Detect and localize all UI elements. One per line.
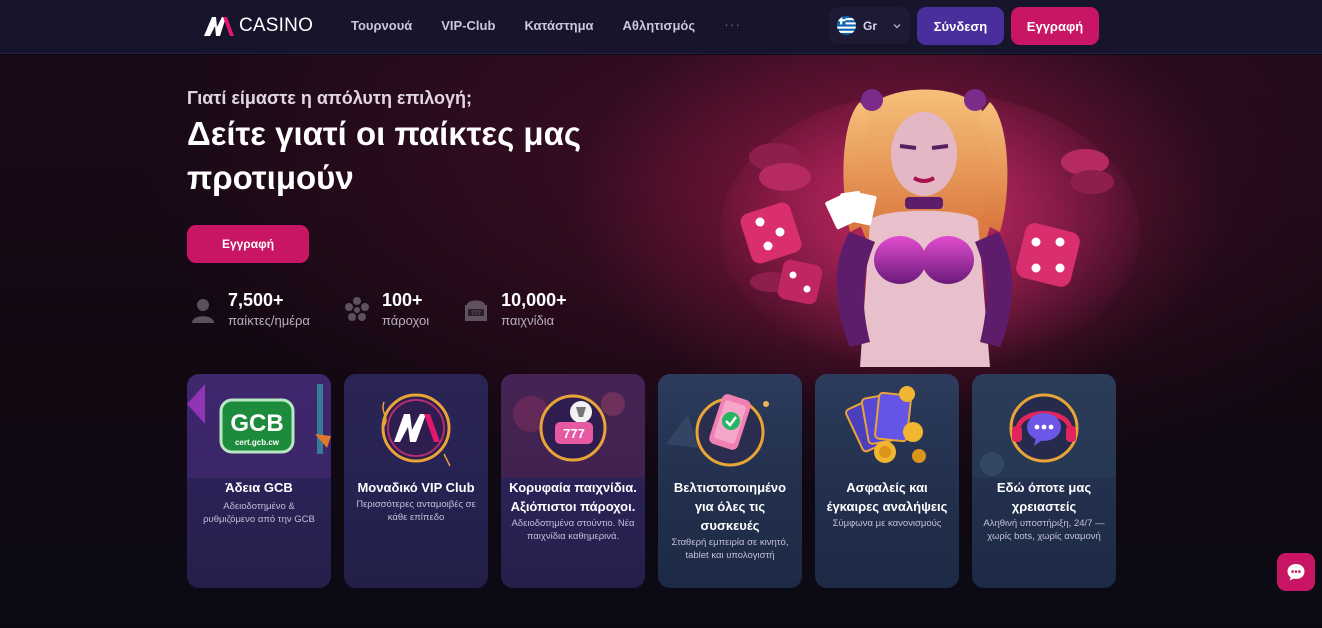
gcb-badge-text: GCB bbox=[230, 410, 283, 437]
feature-card-vip[interactable]: Μοναδικό VIP Club Περισσότερες ανταμοιβέ… bbox=[344, 374, 488, 588]
card-title: Βελτιστοποιημένο για όλες τις συσκευές bbox=[673, 480, 787, 533]
live-chat-button[interactable] bbox=[1277, 553, 1315, 591]
stat-providers-label: πάροχοι bbox=[381, 313, 430, 328]
card-description: Αληθινή υποστήριξη, 24/7 — χωρίς bots, χ… bbox=[983, 518, 1105, 542]
chevron-down-icon bbox=[893, 23, 901, 28]
stat-games: 777 10,000+ παιχνίδια bbox=[463, 290, 567, 330]
card-title: Άδεια GCB bbox=[225, 480, 293, 495]
stat-providers-value: 100+ bbox=[381, 290, 423, 310]
nav-tournaments[interactable]: Τουρνουά bbox=[351, 18, 412, 33]
card-description: Περισσότερες ανταμοιβές σε κάθε επίπεδο bbox=[356, 499, 476, 523]
stat-players-value: 7,500+ bbox=[228, 290, 284, 310]
feature-card-support[interactable]: Εδώ όποτε μας χρειαστείς Αληθινή υποστήρ… bbox=[972, 374, 1116, 588]
feature-card-license[interactable]: GCB cert.gcb.cw Άδεια GCB Αδειοδοτημένο … bbox=[187, 374, 331, 588]
logo-mark-icon bbox=[204, 17, 234, 36]
hero-stats: 7,500+ παίκτες/ημέρα 100+ πάροχοι 777 10… bbox=[190, 290, 567, 330]
gcb-license-icon: GCB cert.gcb.cw bbox=[187, 374, 331, 478]
gcb-badge-subtext: cert.gcb.cw bbox=[235, 438, 280, 447]
language-label: Gr bbox=[863, 18, 878, 33]
card-title: Κορυφαία παιχνίδια. Αξιόπιστοι πάροχοι. bbox=[509, 480, 637, 514]
card-description: Αδειοδοτημένο & ρυθμιζόμενο από την GCB bbox=[203, 501, 315, 525]
card-title: Ασφαλείς και έγκαιρες αναλήψεις bbox=[826, 480, 948, 514]
card-title: Εδώ όποτε μας χρειαστείς bbox=[996, 480, 1092, 514]
character-figure bbox=[825, 89, 1013, 367]
support-chat-icon bbox=[972, 374, 1116, 478]
feature-card-games[interactable]: 777 Κορυφαία παιχνίδια. Αξιόπιστοι πάροχ… bbox=[501, 374, 645, 588]
svg-text:777: 777 bbox=[471, 311, 482, 317]
hero-character-illustration bbox=[720, 89, 1140, 367]
slot-machine-icon: 777 bbox=[465, 300, 488, 321]
user-icon bbox=[192, 299, 214, 323]
language-selector[interactable]: Gr bbox=[829, 7, 910, 44]
stat-games-label: παιχνίδια bbox=[501, 313, 555, 328]
main-nav: Τουρνουά VIP-Club Κατάστημα Αθλητισμός ·… bbox=[351, 16, 741, 33]
mobile-device-icon bbox=[666, 394, 769, 467]
card-description: Αδειοδοτημένα στούντιο. Νέα παιχνίδια κα… bbox=[511, 518, 635, 542]
card-title: Μοναδικό VIP Club bbox=[357, 480, 475, 495]
svg-text:777: 777 bbox=[563, 426, 585, 441]
feature-card-withdrawals[interactable]: Ασφαλείς και έγκαιρες αναλήψεις Σύμφωνα … bbox=[815, 374, 959, 588]
nav-vip-club[interactable]: VIP-Club bbox=[441, 18, 495, 33]
top-navigation-bar: CASINO Τουρνουά VIP-Club Κατάστημα Αθλητ… bbox=[0, 0, 1322, 54]
stat-players-label: παίκτες/ημέρα bbox=[228, 313, 310, 328]
nav-shop[interactable]: Κατάστημα bbox=[524, 18, 593, 33]
nav-sports[interactable]: Αθλητισμός bbox=[623, 18, 696, 33]
card-description: Σταθερή εμπειρία σε κινητό, tablet και υ… bbox=[671, 537, 789, 561]
login-button[interactable]: Σύνδεση bbox=[917, 7, 1004, 45]
vip-club-icon bbox=[381, 393, 451, 467]
cards-and-coins-icon bbox=[845, 386, 926, 463]
providers-icon bbox=[344, 297, 369, 321]
hero-register-button[interactable]: Εγγραφή bbox=[187, 225, 309, 263]
slot-games-icon: 777 bbox=[501, 374, 645, 478]
stat-games-value: 10,000+ bbox=[501, 290, 567, 310]
stat-players: 7,500+ παίκτες/ημέρα bbox=[190, 290, 310, 330]
card-description: Σύμφωνα με κανονισμούς bbox=[832, 518, 942, 529]
more-menu-icon[interactable]: ··· bbox=[724, 16, 741, 33]
feature-card-devices[interactable]: Βελτιστοποιημένο για όλες τις συσκευές Σ… bbox=[658, 374, 802, 588]
hero-eyebrow: Γιατί είμαστε η απόλυτη επιλογή; bbox=[187, 88, 473, 108]
site-logo[interactable]: CASINO bbox=[203, 14, 313, 38]
feature-cards: GCB cert.gcb.cw Άδεια GCB Αδειοδοτημένο … bbox=[187, 374, 1116, 588]
hero-headline: Δείτε γιατί οι παίκτες μας προτιμούν bbox=[187, 115, 582, 196]
greek-flag-icon bbox=[837, 16, 856, 35]
logo-text: CASINO bbox=[239, 15, 314, 36]
chat-bubble-icon bbox=[1287, 564, 1305, 581]
stat-providers: 100+ πάροχοι bbox=[344, 290, 429, 330]
register-button[interactable]: Εγγραφή bbox=[1011, 7, 1099, 45]
